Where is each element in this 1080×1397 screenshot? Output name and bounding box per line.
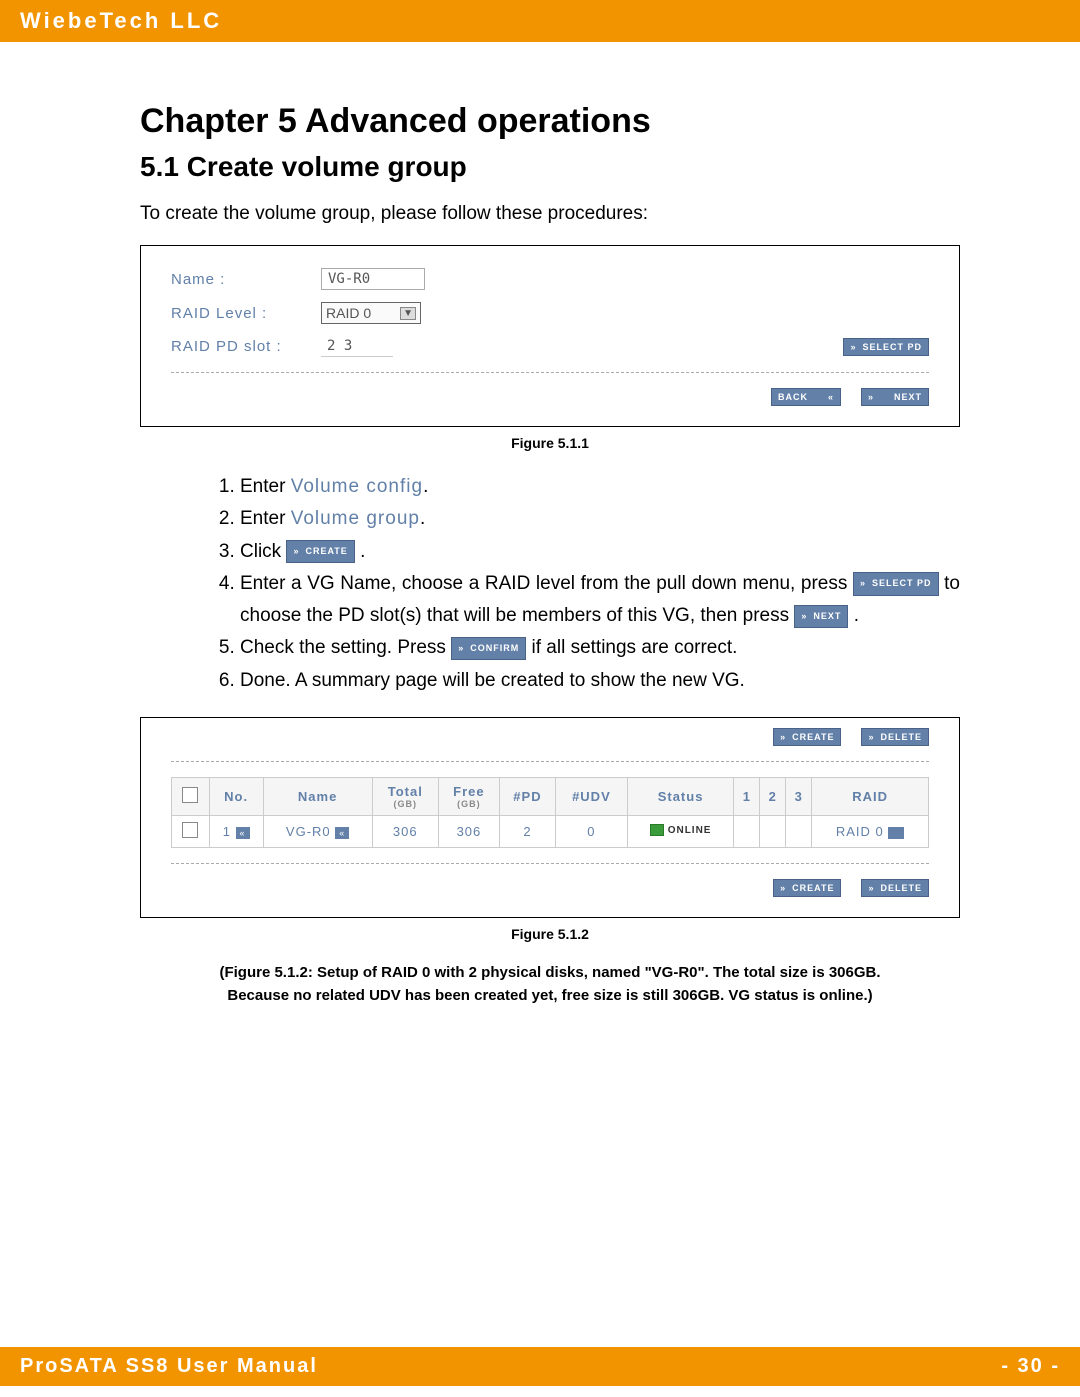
name-row: Name : VG-R0 [171,268,929,290]
table-row: 1 « VG-R0 « 306 306 2 0 ONLINE RAID 0 [172,816,929,848]
table-header-row: No. Name Total(GB) Free(GB) #PD #UDV Sta… [172,778,929,816]
divider [171,863,929,864]
online-icon [650,824,664,836]
chevron-right-icon: » [780,883,786,893]
page-content: Chapter 5 Advanced operations 5.1 Create… [0,42,1080,1007]
next-button[interactable]: » NEXT [861,388,929,406]
raid-pd-slot-row: RAID PD slot : 2 3 » SELECT PD [171,336,929,357]
volume-group-link: Volume group [291,508,420,529]
select-pd-button[interactable]: » SELECT PD [843,338,929,356]
col-total: Total(GB) [372,778,438,816]
create-button[interactable]: »CREATE [773,728,841,746]
step-4: Enter a VG Name, choose a RAID level fro… [240,568,960,633]
header-checkbox[interactable] [182,787,198,803]
raid-level-label: RAID Level : [171,305,321,322]
step-3: Click »CREATE . [240,536,960,568]
col-raid: RAID [812,778,929,816]
table-bottom-buttons: »CREATE »DELETE [171,879,929,897]
raid-level-select[interactable]: RAID 0 ▼ [321,302,421,324]
row-name-button[interactable]: « [335,827,349,839]
cell-udv: 0 [556,816,628,848]
chevron-right-icon: » [868,732,874,742]
step-5: Check the setting. Press »CONFIRM if all… [240,632,960,664]
back-button[interactable]: BACK « [771,388,841,406]
raid-pd-slot-label: RAID PD slot : [171,338,321,355]
figure-5-1-1-caption: Figure 5.1.1 [140,435,960,451]
cell-1 [734,816,760,848]
name-label: Name : [171,271,321,288]
row-checkbox[interactable] [182,822,198,838]
chevron-right-icon: » [801,609,807,624]
raid-level-row: RAID Level : RAID 0 ▼ [171,302,929,324]
name-input[interactable]: VG-R0 [321,268,425,290]
select-pd-button-inline[interactable]: »SELECT PD [853,572,939,595]
section-title: 5.1 Create volume group [140,151,960,183]
cell-pd: 2 [499,816,555,848]
col-name: Name [263,778,372,816]
cell-status: ONLINE [627,816,734,848]
figure-5-1-1-box: Name : VG-R0 RAID Level : RAID 0 ▼ RAID … [140,245,960,427]
chevron-left-icon: « [828,392,834,402]
col-checkbox [172,778,210,816]
chapter-title: Chapter 5 Advanced operations [140,102,960,141]
chevron-right-icon: » [860,576,866,591]
nav-button-row: BACK « » NEXT [171,388,929,406]
chevron-right-icon: » [850,342,856,352]
header-bar: WiebeTech LLC [0,0,1080,42]
cell-raid: RAID 0 [812,816,929,848]
row-expand-button[interactable]: « [236,827,250,839]
intro-text: To create the volume group, please follo… [140,203,960,225]
create-button-inline[interactable]: »CREATE [286,540,354,563]
col-2: 2 [760,778,786,816]
chevron-right-icon: » [293,544,299,559]
step-2: Enter Volume group. [240,503,960,535]
company-name: WiebeTech LLC [20,8,222,33]
figure-5-1-2-box: »CREATE »DELETE No. Name Total(GB) Free(… [140,717,960,918]
col-3: 3 [786,778,812,816]
figure-5-1-2-description: (Figure 5.1.2: Setup of RAID 0 with 2 ph… [200,962,900,1007]
col-no: No. [209,778,263,816]
col-pd: #PD [499,778,555,816]
col-status: Status [627,778,734,816]
page-number: - 30 - [1001,1355,1060,1378]
dropdown-arrow-icon: ▼ [400,307,416,320]
cell-2 [760,816,786,848]
cell-no: 1 « [209,816,263,848]
footer-bar: ProSATA SS8 User Manual - 30 - [0,1347,1080,1386]
online-status-badge: ONLINE [650,824,712,836]
cell-total: 306 [372,816,438,848]
cell-name: VG-R0 « [263,816,372,848]
confirm-button-inline[interactable]: »CONFIRM [451,637,526,660]
raid-level-value: RAID 0 [326,305,371,321]
col-1: 1 [734,778,760,816]
next-button-inline[interactable]: »NEXT [794,605,848,628]
chevron-right-icon: » [458,641,464,656]
step-6: Done. A summary page will be created to … [240,665,960,697]
chevron-right-icon: » [868,883,874,893]
divider [171,761,929,762]
col-free: Free(GB) [438,778,499,816]
raid-pd-slot-value: 2 3 [321,336,393,357]
col-udv: #UDV [556,778,628,816]
raid-icon[interactable] [888,827,904,839]
create-button-bottom[interactable]: »CREATE [773,879,841,897]
volume-config-link: Volume config [291,476,423,497]
procedure-steps: Enter Volume config. Enter Volume group.… [140,471,960,697]
divider [171,372,929,373]
figure-5-1-2-caption: Figure 5.1.2 [140,926,960,942]
chevron-right-icon: » [868,392,874,402]
cell-free: 306 [438,816,499,848]
delete-button-bottom[interactable]: »DELETE [861,879,929,897]
vg-summary-table: No. Name Total(GB) Free(GB) #PD #UDV Sta… [171,777,929,848]
table-top-buttons: »CREATE »DELETE [171,728,929,746]
delete-button[interactable]: »DELETE [861,728,929,746]
cell-3 [786,816,812,848]
footer-title: ProSATA SS8 User Manual [20,1355,318,1378]
chevron-right-icon: » [780,732,786,742]
step-1: Enter Volume config. [240,471,960,503]
